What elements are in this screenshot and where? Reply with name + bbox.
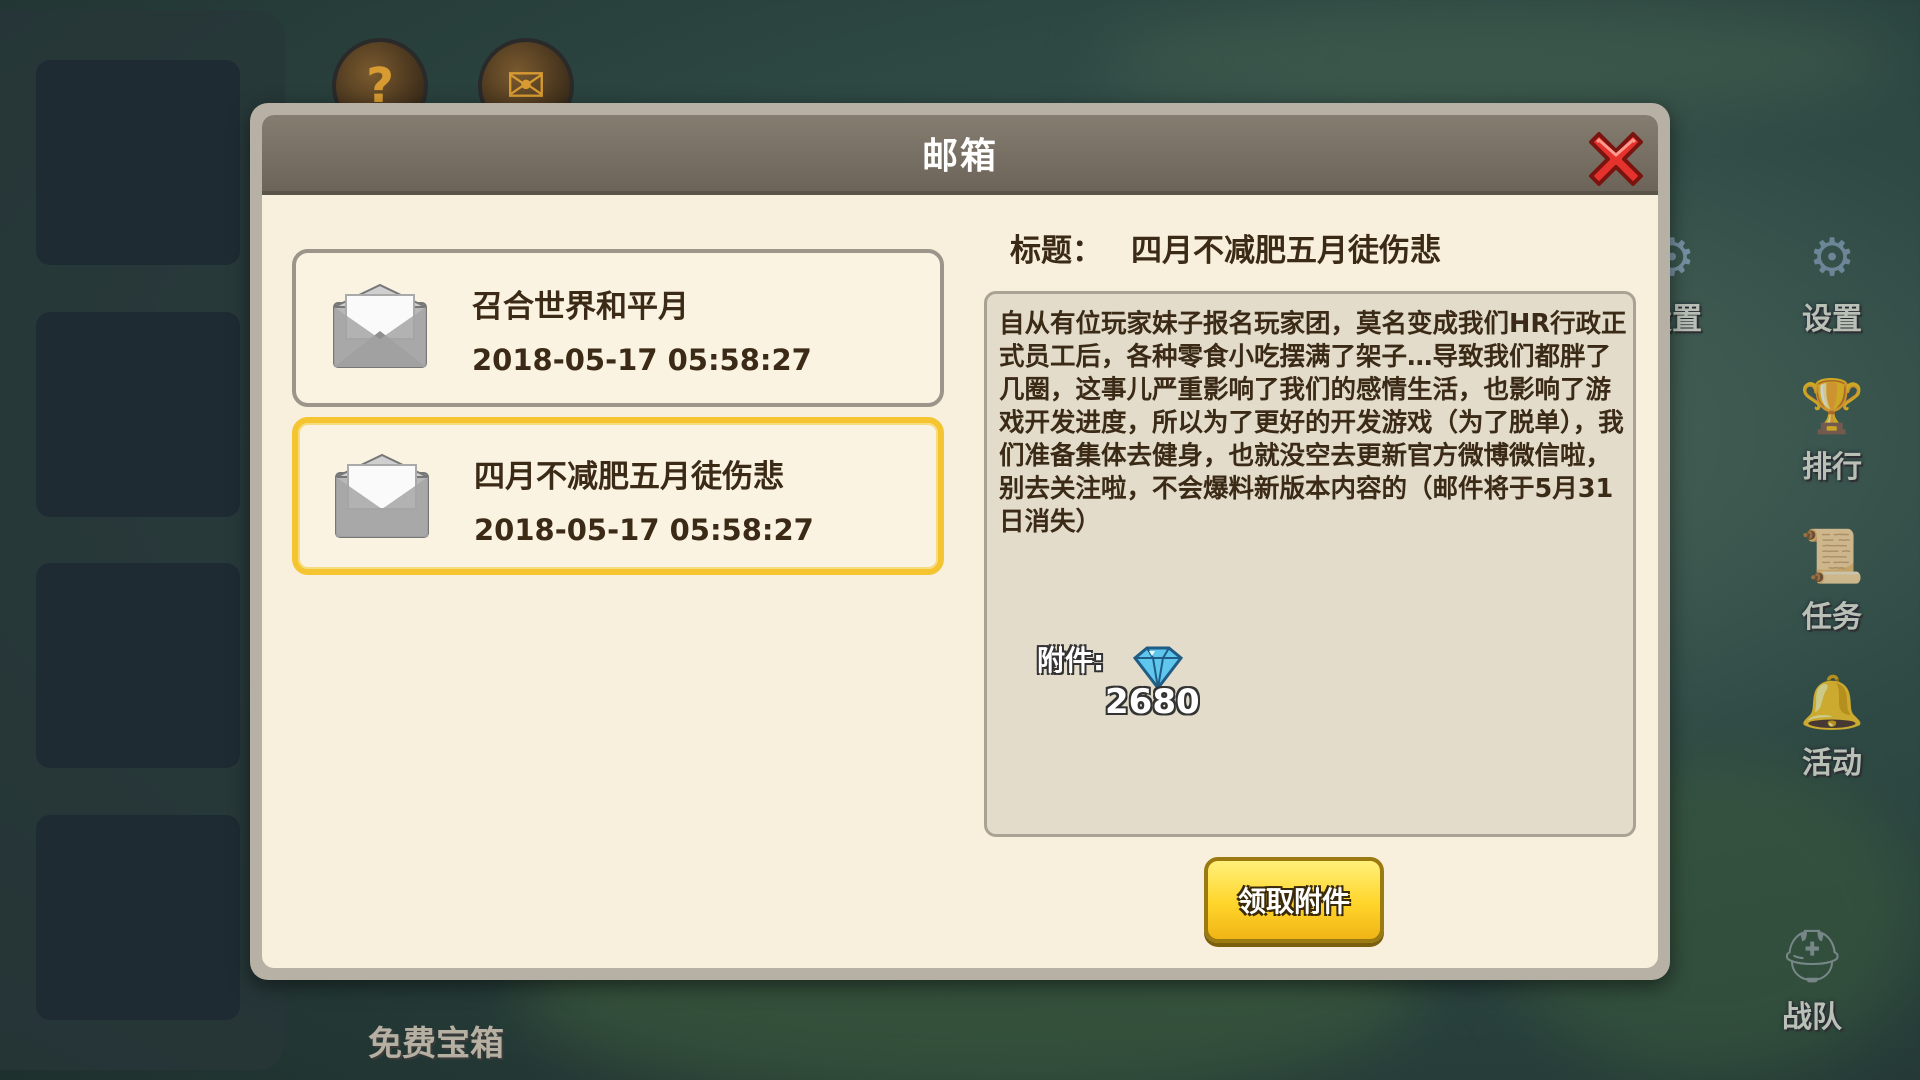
- mail-subject: 四月不减肥五月徒伤悲: [474, 459, 784, 495]
- free-chest-label[interactable]: 免费宝箱: [368, 1016, 504, 1065]
- left-slot[interactable]: [36, 60, 240, 265]
- mailbox-dialog: 邮箱 召合世界和平月 2018-05-17 05:58:27 四月不减肥五月徒伤…: [250, 103, 1670, 980]
- helmet-icon: ⛑: [1778, 926, 1845, 987]
- mail-list-item[interactable]: 召合世界和平月 2018-05-17 05:58:27: [292, 249, 944, 407]
- envelope-icon: [333, 283, 427, 368]
- title-label: 标题：: [1010, 233, 1103, 269]
- mail-subject: 召合世界和平月: [472, 289, 689, 325]
- envelope-icon: [335, 453, 429, 538]
- settings-side-button[interactable]: ⚙ 设置: [1772, 212, 1892, 338]
- attachment-label: 附件:: [1037, 644, 1105, 677]
- mail-date: 2018-05-17 05:58:27: [474, 513, 814, 547]
- close-button[interactable]: [1580, 123, 1652, 195]
- claim-attachment-button[interactable]: 领取附件: [1204, 857, 1384, 943]
- mail-detail-title: 标题： 四月不减肥五月徒伤悲: [1010, 225, 1441, 270]
- ranking-button[interactable]: 🏆 排行: [1772, 360, 1892, 486]
- bell-icon: 🔔: [1799, 672, 1865, 733]
- trophy-icon: 🏆: [1799, 376, 1865, 437]
- claim-attachment-label: 领取附件: [1237, 885, 1350, 918]
- left-slot[interactable]: [36, 563, 240, 768]
- team-button[interactable]: ⛑ 战队: [1752, 910, 1872, 1036]
- events-button[interactable]: 🔔 活动: [1772, 656, 1892, 782]
- detail-subject: 四月不减肥五月徒伤悲: [1131, 233, 1441, 269]
- mail-detail-box: 自从有位玩家妹子报名玩家团，莫名变成我们HR行政正式员工后，各种零食小吃摆满了架…: [984, 291, 1636, 837]
- tasks-button[interactable]: 📜 任务: [1772, 510, 1892, 636]
- mail-list: 召合世界和平月 2018-05-17 05:58:27 四月不减肥五月徒伤悲 2…: [292, 249, 944, 585]
- attachment-item[interactable]: 2680: [1105, 644, 1215, 724]
- dialog-title: 邮箱: [921, 136, 998, 177]
- gear-icon: ⚙: [1808, 228, 1856, 288]
- mail-list-item-selected[interactable]: 四月不减肥五月徒伤悲 2018-05-17 05:58:27: [292, 417, 944, 575]
- scroll-icon: 📜: [1799, 526, 1865, 587]
- close-icon: [1589, 132, 1643, 186]
- attachment-count: 2680: [1105, 682, 1200, 722]
- left-slot[interactable]: [36, 815, 240, 1020]
- left-slot[interactable]: [36, 312, 240, 517]
- left-side-panel: [0, 10, 285, 1070]
- mail-body-text: 自从有位玩家妹子报名玩家团，莫名变成我们HR行政正式员工后，各种零食小吃摆满了架…: [999, 309, 1627, 537]
- dialog-header: 邮箱: [262, 115, 1658, 195]
- mailbox-dialog-body: 邮箱 召合世界和平月 2018-05-17 05:58:27 四月不减肥五月徒伤…: [262, 115, 1658, 968]
- mail-date: 2018-05-17 05:58:27: [472, 343, 812, 377]
